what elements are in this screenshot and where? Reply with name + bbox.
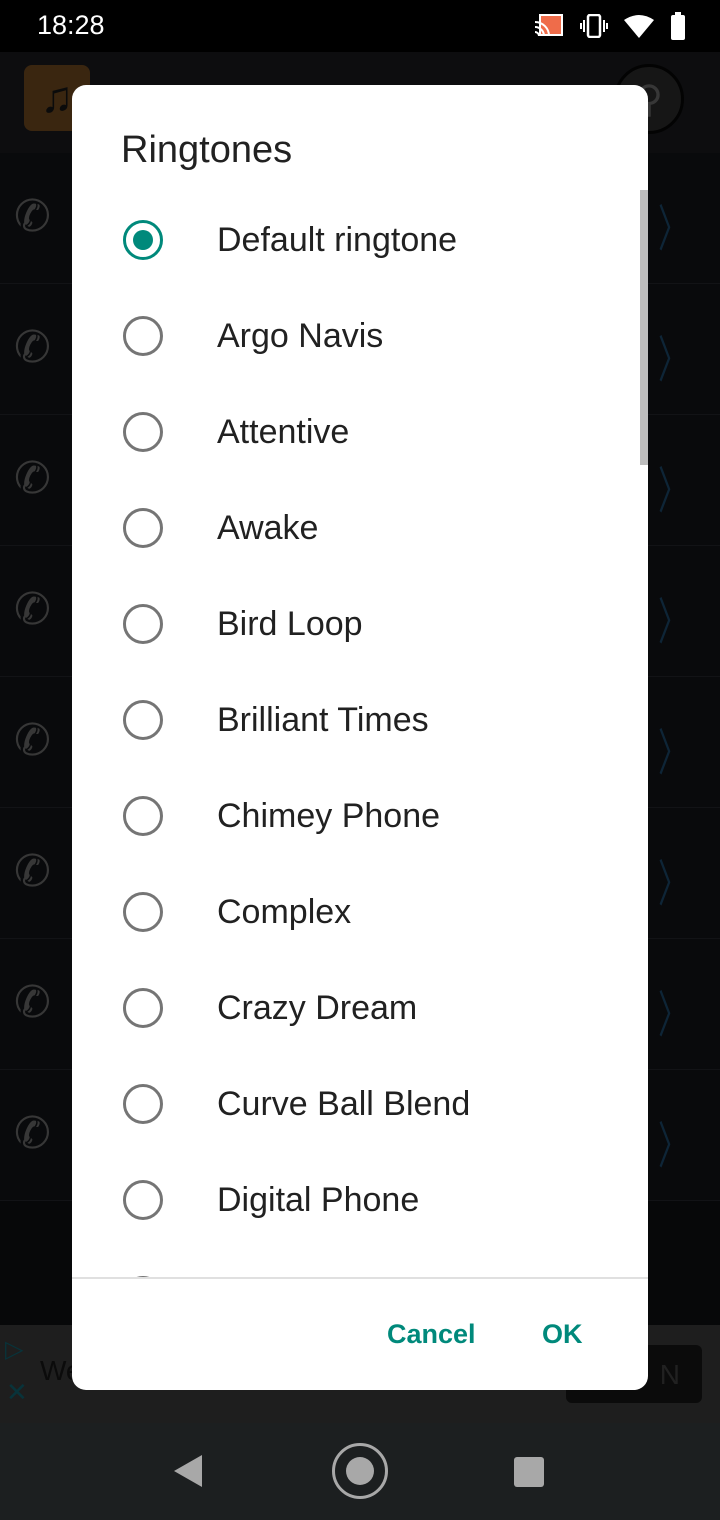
ringtone-label: Curve Ball Blend [217, 1084, 471, 1123]
back-icon[interactable] [174, 1455, 202, 1487]
radio-button[interactable] [123, 988, 163, 1028]
cancel-button[interactable]: Cancel [387, 1319, 476, 1350]
ringtone-option[interactable]: Attentive [72, 384, 648, 480]
ringtone-option[interactable]: Brilliant Times [72, 672, 648, 768]
ringtone-label: Attentive [217, 412, 350, 451]
radio-button[interactable] [123, 1180, 163, 1220]
ok-button[interactable]: OK [542, 1319, 583, 1350]
wifi-icon [624, 15, 654, 38]
ringtone-list[interactable]: Default ringtone Argo Navis Attentive Awake… [72, 192, 648, 1277]
vibrate-icon [580, 14, 608, 38]
ringtone-label: Bird Loop [217, 604, 363, 643]
ringtone-label: Default ringtone [217, 220, 458, 259]
radio-button[interactable] [123, 892, 163, 932]
ringtone-label: Chimey Phone [217, 796, 441, 835]
ringtone-option[interactable]: Complex [72, 864, 648, 960]
status-time: 18:28 [37, 10, 105, 40]
divider [72, 1277, 648, 1279]
radio-button[interactable] [123, 700, 163, 740]
dialog-title: Ringtones [121, 129, 293, 171]
radio-button[interactable] [123, 316, 163, 356]
radio-button[interactable] [123, 1084, 163, 1124]
navigation-bar [0, 1423, 720, 1520]
ringtone-label: Crazy Dream [217, 988, 418, 1027]
radio-button[interactable] [123, 412, 163, 452]
ringtone-option[interactable]: Chimey Phone [72, 768, 648, 864]
recents-icon[interactable] [514, 1457, 544, 1487]
home-icon[interactable] [332, 1443, 388, 1499]
ringtone-label: Brilliant Times [217, 700, 429, 739]
radio-button[interactable] [123, 796, 163, 836]
status-bar: 18:28 [0, 0, 720, 52]
ringtone-option[interactable]: Argo Navis [72, 288, 648, 384]
ringtone-option[interactable]: Curve Ball Blend [72, 1056, 648, 1152]
ringtone-option-partial[interactable] [72, 1248, 648, 1277]
ringtone-option[interactable]: Bird Loop [72, 576, 648, 672]
ringtone-option[interactable]: Crazy Dream [72, 960, 648, 1056]
cast-icon [534, 14, 563, 37]
ringtone-option[interactable]: Default ringtone [72, 192, 648, 288]
battery-icon [671, 12, 685, 40]
scrollbar[interactable] [640, 190, 648, 465]
ringtone-label: Complex [217, 892, 352, 931]
ringtones-dialog: Ringtones Default ringtone Argo Navis Atte… [72, 85, 648, 1390]
ringtone-label: Argo Navis [217, 316, 384, 355]
radio-button[interactable] [123, 604, 163, 644]
radio-button[interactable] [123, 220, 163, 260]
ringtone-label: Awake [217, 508, 319, 547]
ringtone-option[interactable]: Awake [72, 480, 648, 576]
radio-button[interactable] [123, 508, 163, 548]
ringtone-label: Digital Phone [217, 1180, 420, 1219]
ringtone-option[interactable]: Digital Phone [72, 1152, 648, 1248]
